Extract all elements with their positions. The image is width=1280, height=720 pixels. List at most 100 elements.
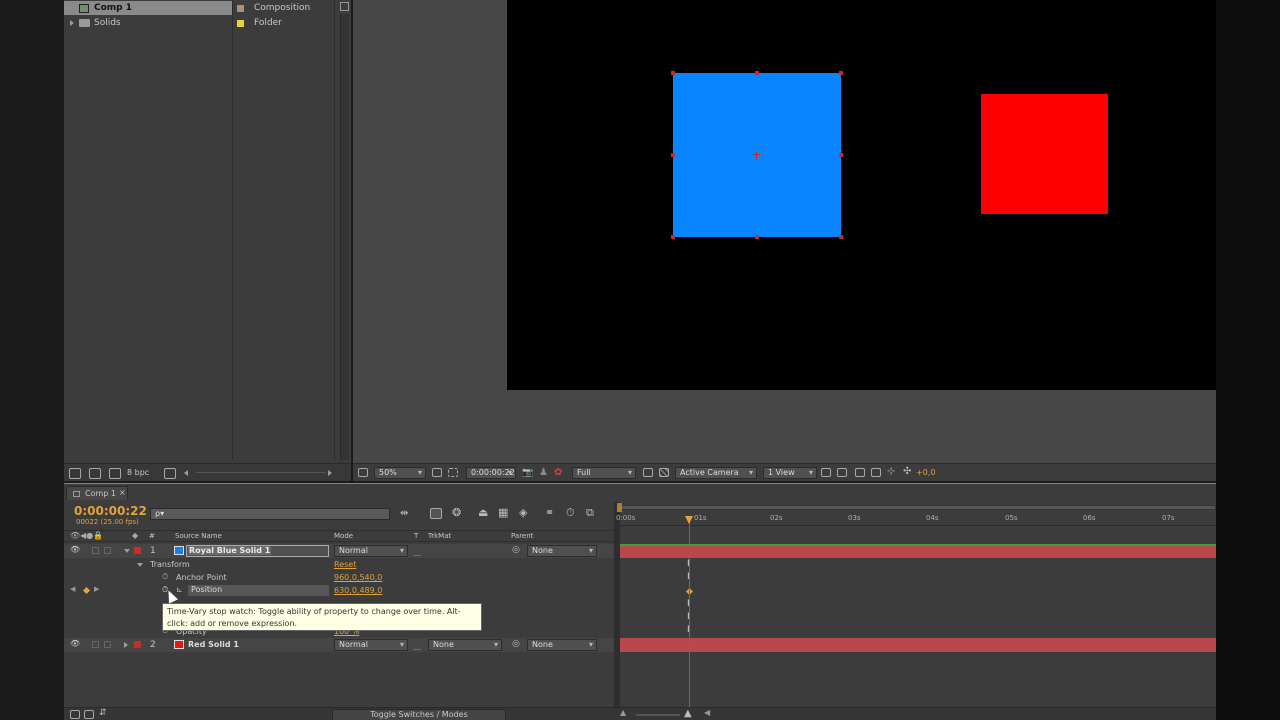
hide-shy-layers-icon[interactable]: ⏏ bbox=[478, 506, 488, 519]
audio-toggle[interactable] bbox=[92, 641, 99, 648]
layer-1-duration-bar[interactable] bbox=[620, 544, 1216, 558]
layer-parent-dropdown[interactable]: None bbox=[527, 545, 597, 557]
work-area-bar[interactable] bbox=[620, 505, 1216, 510]
brainstorm-icon[interactable]: ⚭ bbox=[545, 506, 554, 519]
motion-blur-icon[interactable]: ◈ bbox=[519, 506, 527, 519]
previous-keyframe-icon[interactable]: ◀ bbox=[70, 585, 75, 593]
pick-whip-icon[interactable]: ◎ bbox=[512, 639, 520, 649]
stopwatch-icon[interactable]: ⏱ bbox=[162, 572, 168, 582]
timeline-icon[interactable] bbox=[855, 468, 865, 477]
layer-name-field[interactable]: Royal Blue Solid 1 bbox=[186, 545, 329, 557]
transform-handle[interactable] bbox=[671, 153, 675, 157]
collapse-arrow-icon[interactable] bbox=[137, 563, 143, 567]
scroll-right-icon[interactable] bbox=[328, 470, 332, 476]
layer-row[interactable]: 👁 1 Royal Blue Solid 1 Normal ◎ None bbox=[64, 544, 614, 558]
network-icon[interactable]: ⊹ bbox=[887, 466, 895, 477]
viewer-timecode[interactable]: 0:00:00:22 bbox=[466, 467, 516, 479]
scroll-left-icon[interactable]: ◀ bbox=[704, 708, 710, 717]
transform-handle[interactable] bbox=[755, 71, 759, 75]
transform-handle[interactable] bbox=[755, 235, 759, 239]
expand-transfer-controls-icon[interactable] bbox=[84, 710, 94, 719]
show-snapshot-icon[interactable]: ♟ bbox=[539, 467, 548, 478]
trash-icon[interactable] bbox=[164, 468, 176, 479]
draft-3d-icon[interactable]: ❂ bbox=[452, 506, 461, 519]
bpc-label[interactable]: 8 bpc bbox=[127, 468, 149, 477]
position-row[interactable]: ◀ ▶ ⏱ ⊾ Position 630,0,489,0 bbox=[64, 584, 614, 597]
layer-label-color[interactable] bbox=[134, 641, 141, 648]
layer-label-color[interactable] bbox=[134, 547, 141, 554]
layer-mode-dropdown[interactable]: Normal bbox=[334, 545, 408, 557]
expand-arrow-icon[interactable] bbox=[124, 642, 128, 648]
expand-in-out-icon[interactable]: ⇵ bbox=[99, 708, 107, 718]
graph-icon[interactable]: ⊾ bbox=[176, 585, 183, 594]
toggle-switches-modes-button[interactable]: Toggle Switches / Modes bbox=[332, 709, 506, 720]
transform-handle[interactable] bbox=[839, 71, 843, 75]
graph-editor-icon[interactable]: ⧉ bbox=[586, 506, 594, 520]
trkmat-slot[interactable] bbox=[413, 546, 421, 556]
toggle-pixel-aspect-icon[interactable] bbox=[821, 468, 831, 477]
project-scrollbar[interactable] bbox=[340, 14, 349, 460]
scroll-left-icon[interactable] bbox=[184, 470, 188, 476]
layer-parent-dropdown[interactable]: None bbox=[527, 639, 597, 651]
trkmat-slot[interactable] bbox=[413, 640, 421, 650]
layer-mode-dropdown[interactable]: Normal bbox=[334, 639, 408, 651]
frame-blending-icon[interactable]: ▦ bbox=[498, 506, 508, 519]
layer-trkmat-dropdown[interactable]: None bbox=[428, 639, 502, 651]
project-item-solids[interactable]: Solids Folder bbox=[64, 16, 351, 30]
collapse-arrow-icon[interactable] bbox=[124, 549, 130, 553]
transparency-grid-icon[interactable] bbox=[659, 468, 669, 477]
pick-whip-icon[interactable]: ◎ bbox=[512, 545, 520, 555]
anchor-point-crosshair[interactable] bbox=[753, 151, 761, 159]
position-value[interactable]: 630,0,489,0 bbox=[334, 586, 382, 595]
comp-mini-flowchart-icon[interactable]: ⇹ bbox=[400, 508, 408, 519]
auto-keyframe-icon[interactable]: ⏱ bbox=[566, 506, 575, 520]
lock-toggle[interactable] bbox=[104, 641, 111, 648]
transform-handle[interactable] bbox=[839, 235, 843, 239]
time-graph[interactable]: 0:00s 01s 02s 03s 04s 05s 06s 07s I I I … bbox=[616, 502, 1216, 710]
reset-exposure-icon[interactable]: ✣ bbox=[903, 466, 911, 477]
transform-handle[interactable] bbox=[671, 235, 675, 239]
close-tab-icon[interactable]: × bbox=[119, 488, 126, 497]
expand-layer-switches-icon[interactable] bbox=[70, 710, 80, 719]
fast-preview-icon[interactable] bbox=[837, 468, 847, 477]
red-solid-layer[interactable] bbox=[981, 94, 1108, 214]
current-time-display[interactable]: 0:00:00:22 bbox=[74, 504, 147, 518]
exposure-value[interactable]: +0,0 bbox=[916, 468, 935, 477]
zoom-out-icon[interactable]: ▲ bbox=[620, 708, 626, 717]
zoom-slider[interactable] bbox=[636, 714, 680, 716]
next-keyframe-icon[interactable]: ▶ bbox=[94, 585, 99, 593]
composition-canvas[interactable] bbox=[507, 0, 1216, 390]
layer-2-duration-bar[interactable] bbox=[620, 638, 1216, 652]
flowchart-icon[interactable] bbox=[340, 2, 349, 11]
audio-toggle[interactable] bbox=[92, 547, 99, 554]
anchor-point-row[interactable]: ⏱ Anchor Point 960,0,540,0 bbox=[64, 571, 614, 584]
project-item-comp[interactable]: Comp 1 Composition bbox=[64, 1, 351, 15]
transform-reset-link[interactable]: Reset bbox=[334, 560, 356, 569]
playhead-handle[interactable] bbox=[685, 516, 693, 524]
camera-dropdown[interactable]: Active Camera bbox=[675, 467, 757, 479]
anchor-point-value[interactable]: 960,0,540,0 bbox=[334, 573, 382, 582]
horizontal-scrollbar[interactable] bbox=[196, 472, 326, 473]
region-of-interest-icon[interactable] bbox=[448, 468, 458, 477]
lock-toggle[interactable] bbox=[104, 547, 111, 554]
visibility-eye-icon[interactable]: 👁 bbox=[70, 639, 80, 648]
current-time-indicator[interactable] bbox=[689, 516, 690, 710]
color-channels-icon[interactable]: ✿ bbox=[554, 467, 562, 478]
flowchart-icon[interactable] bbox=[871, 468, 881, 477]
interpret-footage-icon[interactable] bbox=[69, 468, 81, 479]
expand-arrow-icon[interactable] bbox=[70, 20, 74, 26]
layer-name[interactable]: Red Solid 1 bbox=[188, 640, 239, 649]
new-folder-icon[interactable] bbox=[89, 468, 101, 479]
keyframe-navigator-icon[interactable] bbox=[82, 586, 91, 595]
transform-row[interactable]: Transform Reset bbox=[64, 558, 614, 571]
resolution-grid-icon[interactable] bbox=[432, 468, 442, 477]
always-preview-icon[interactable] bbox=[358, 468, 368, 477]
view-layout-dropdown[interactable]: 1 View bbox=[763, 467, 817, 479]
timeline-tab[interactable]: Comp 1 × bbox=[66, 486, 128, 500]
resolution-dropdown[interactable]: Full bbox=[572, 467, 636, 479]
live-update-icon[interactable] bbox=[430, 508, 442, 519]
time-ruler[interactable]: 0:00s 01s 02s 03s 04s 05s 06s 07s bbox=[616, 512, 1216, 526]
new-composition-icon[interactable] bbox=[109, 468, 121, 479]
royal-blue-solid-layer[interactable] bbox=[673, 73, 841, 237]
camera-snapshot-icon[interactable]: 📷 bbox=[522, 468, 533, 478]
